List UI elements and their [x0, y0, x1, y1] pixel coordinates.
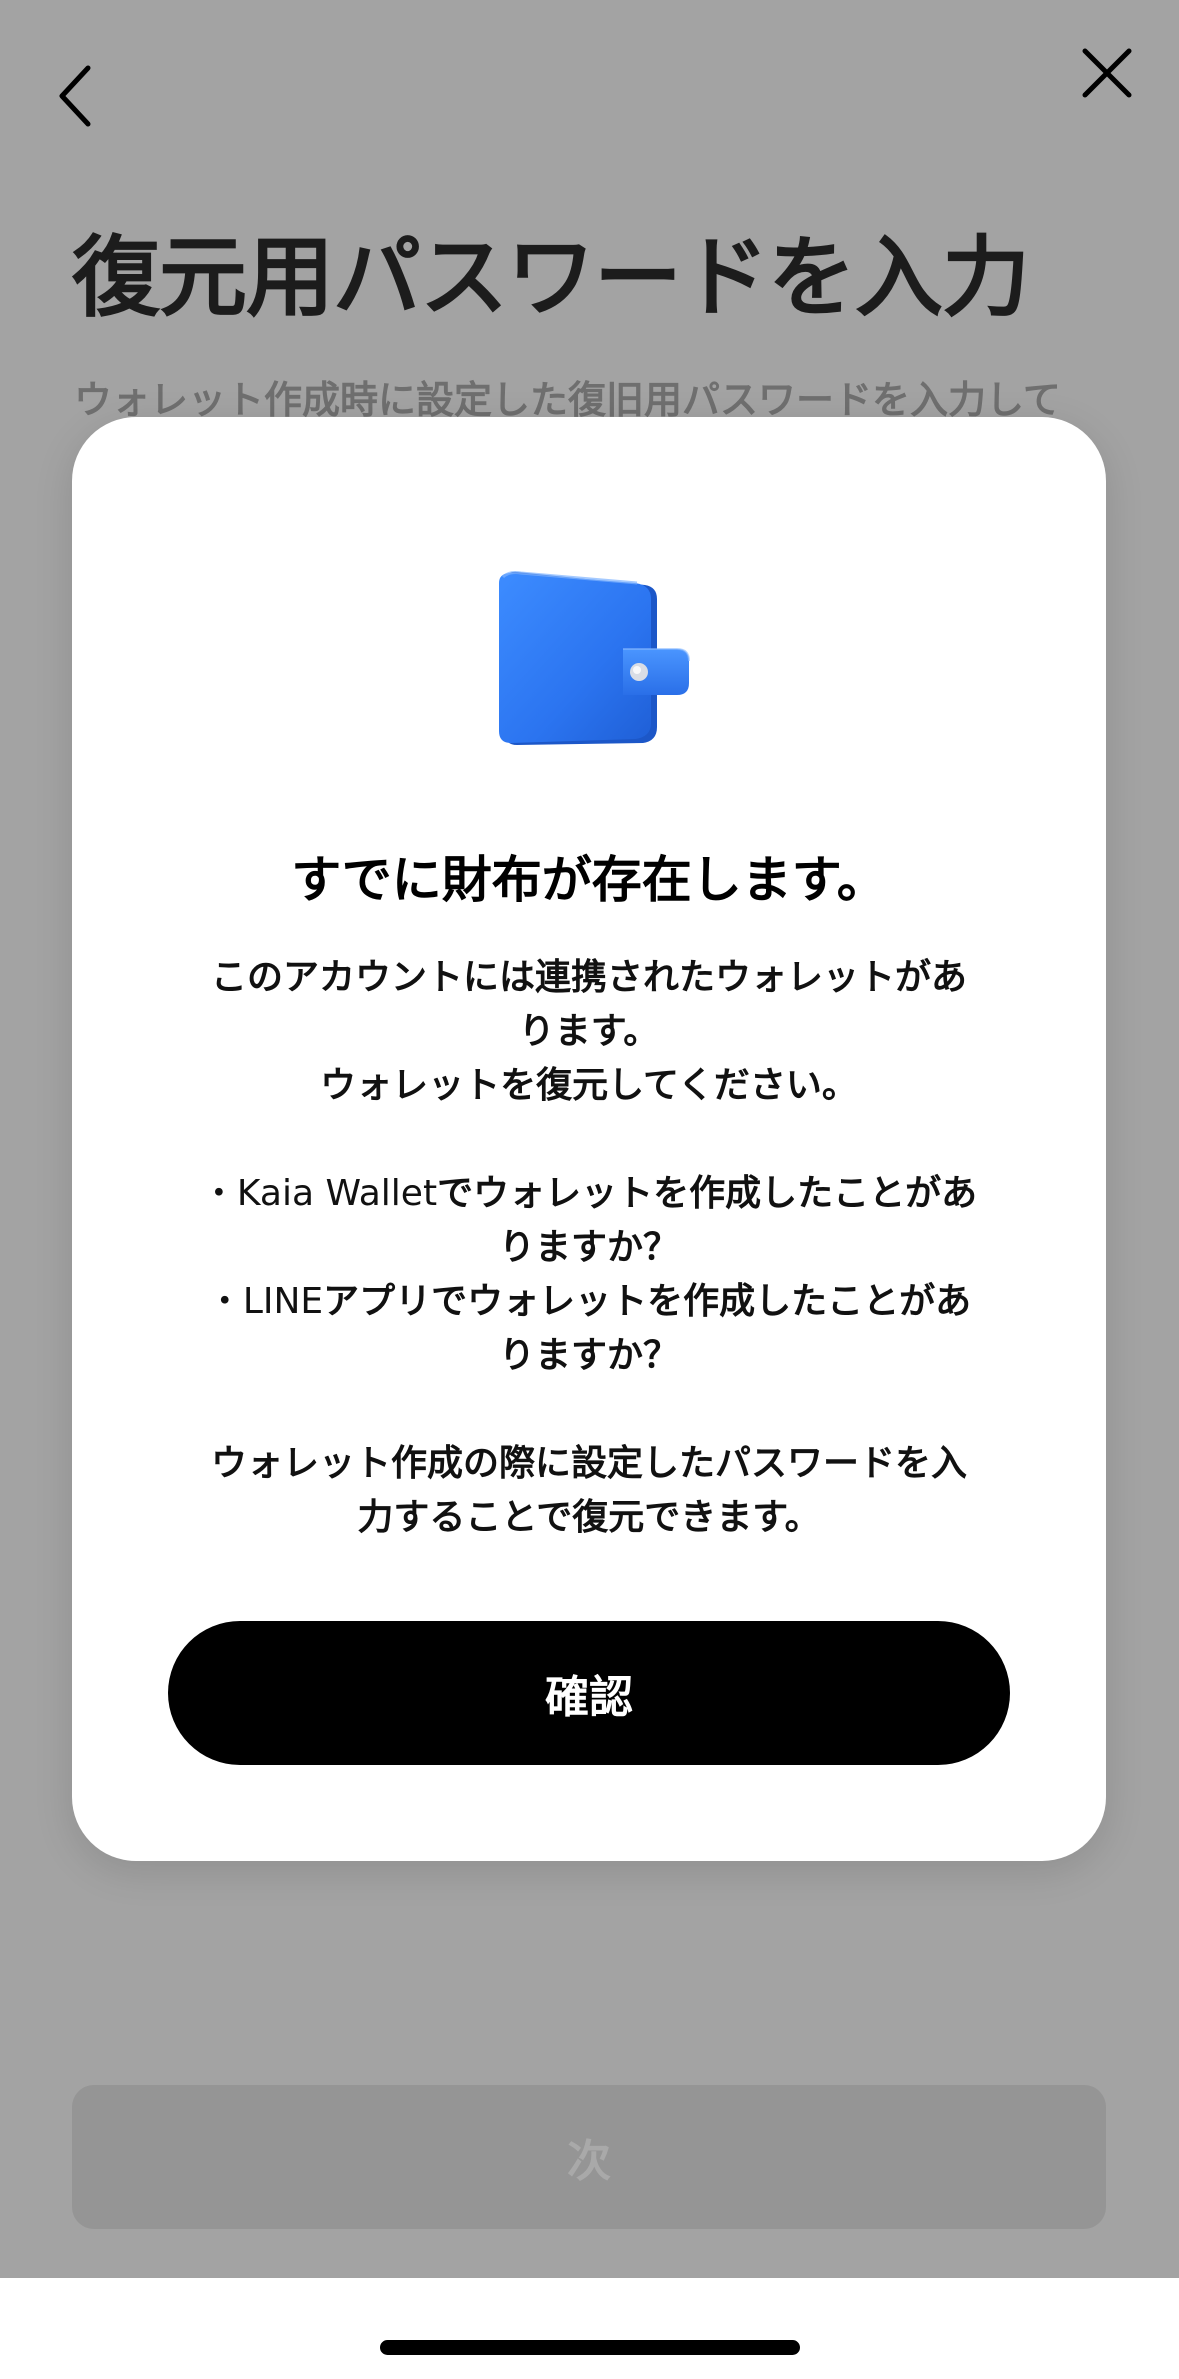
bullet-text: でウォレットを作成したことがあ: [437, 1173, 978, 1214]
bullet-marker: ・: [200, 1173, 237, 1214]
next-button-label: 次: [567, 2136, 611, 2187]
dialog-bullet-continuation: りますか？: [498, 1335, 679, 1376]
bullet-brand: Kaia Wallet: [236, 1173, 438, 1214]
chevron-left-icon: [59, 65, 91, 127]
dialog-message: このアカウントには連携されたウォレットがあ ります。 ウォレットを復元してくださ…: [162, 951, 1016, 1545]
confirm-button[interactable]: 確認: [168, 1621, 1010, 1765]
close-button[interactable]: [1080, 46, 1134, 100]
wallet-icon: [499, 571, 690, 745]
wallet-exists-dialog: すでに財布が存在します。 このアカウントには連携されたウォレットがあ ります。 …: [72, 417, 1106, 1861]
bullet-brand: LINE: [242, 1281, 324, 1322]
next-button[interactable]: 次: [72, 2085, 1106, 2229]
dialog-intro-line: このアカウントには連携されたウォレットがあ: [210, 957, 967, 998]
dialog-title: すでに財布が存在します。: [291, 851, 887, 909]
dialog-bullet-continuation: りますか？: [498, 1227, 679, 1268]
dialog-bullet-item: ・Kaia Walletでウォレットを作成したことがあ: [162, 1167, 1016, 1221]
dialog-intro-line: ります。: [518, 1011, 660, 1052]
back-button[interactable]: [52, 60, 102, 130]
bullet-marker: ・: [206, 1281, 243, 1322]
dialog-bullet-item: ・LINEアプリでウォレットを作成したことがあ: [162, 1275, 1016, 1329]
bullet-text: アプリでウォレットを作成したことがあ: [323, 1281, 972, 1322]
close-icon: [1082, 48, 1132, 98]
dialog-outro-line: 力することで復元できます。: [357, 1497, 821, 1538]
home-indicator[interactable]: [380, 2340, 800, 2355]
page-title: 復元用パスワードを入力: [72, 226, 1030, 329]
dialog-intro-line: ウォレットを復元してください。: [320, 1065, 858, 1106]
dialog-outro-line: ウォレット作成の際に設定したパスワードを入: [210, 1443, 967, 1484]
confirm-button-label: 確認: [545, 1672, 633, 1723]
